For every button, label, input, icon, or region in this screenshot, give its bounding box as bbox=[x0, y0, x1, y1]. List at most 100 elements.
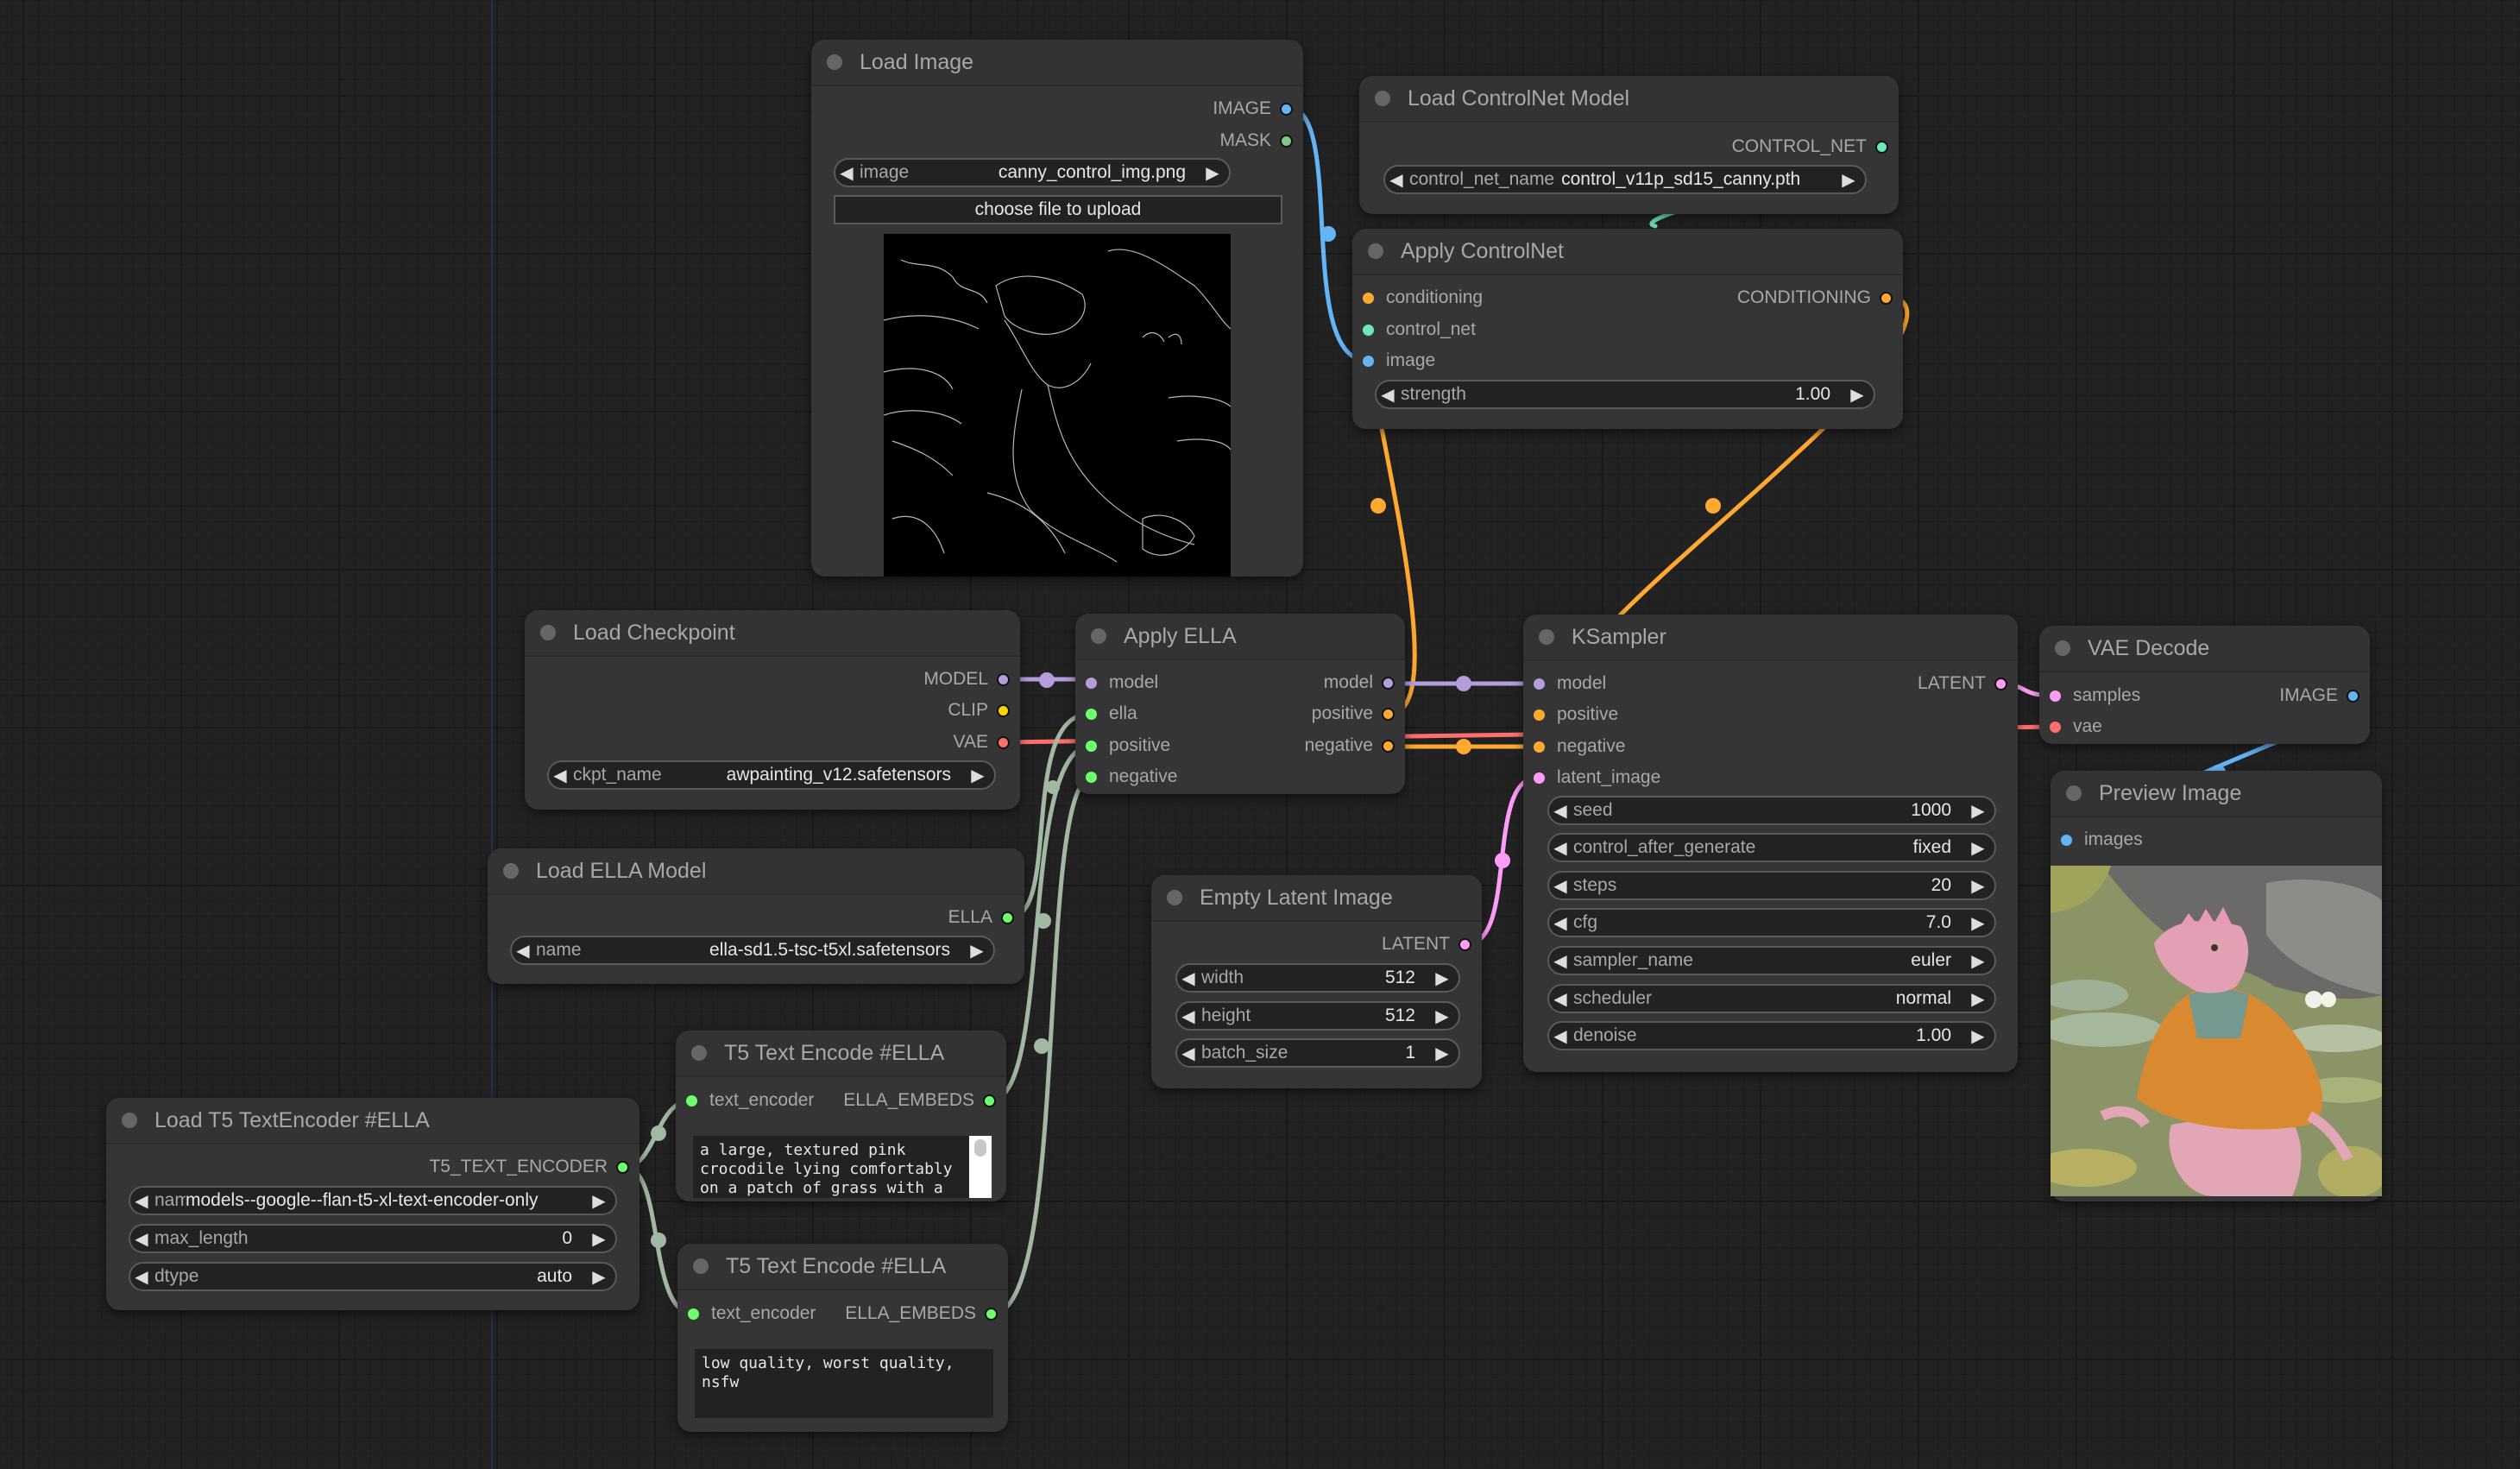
output-pin-icon[interactable] bbox=[1382, 739, 1395, 753]
input-pin-icon[interactable] bbox=[1086, 771, 1097, 783]
arrow-right-icon[interactable]: ▶ bbox=[966, 940, 988, 961]
node-t5-encode-positive[interactable]: T5 Text Encode #ELLA text_encoder ELLA_E… bbox=[676, 1031, 1006, 1201]
output-pin-icon[interactable] bbox=[616, 1160, 629, 1174]
collapse-dot-icon[interactable] bbox=[540, 625, 556, 640]
output-pin-icon[interactable] bbox=[1382, 676, 1395, 690]
node-title-bar[interactable]: KSampler bbox=[1523, 615, 2018, 661]
input-positive[interactable]: positive bbox=[1534, 702, 1618, 728]
arrow-right-icon[interactable]: ▶ bbox=[1431, 1043, 1453, 1064]
collapse-dot-icon[interactable] bbox=[1167, 890, 1182, 905]
node-title-bar[interactable]: Load ControlNet Model bbox=[1359, 76, 1899, 123]
output-pin-icon[interactable] bbox=[985, 1307, 998, 1321]
arrow-right-icon[interactable]: ▶ bbox=[1967, 875, 1989, 897]
output-pin-icon[interactable] bbox=[997, 735, 1010, 749]
node-title-bar[interactable]: T5 Text Encode #ELLA bbox=[677, 1244, 1008, 1290]
seed-input[interactable]: ◀ seed 1000 ▶ bbox=[1547, 796, 1996, 825]
output-control-net[interactable]: CONTROL_NET bbox=[1732, 134, 1888, 160]
node-title-bar[interactable]: Load ELLA Model bbox=[488, 848, 1024, 895]
arrow-right-icon[interactable]: ▶ bbox=[967, 765, 989, 786]
input-ella[interactable]: ella bbox=[1086, 701, 1137, 727]
collapse-dot-icon[interactable] bbox=[1091, 628, 1106, 644]
input-pin-icon[interactable] bbox=[2050, 721, 2061, 733]
output-conditioning[interactable]: CONDITIONING bbox=[1737, 285, 1893, 311]
output-image[interactable]: IMAGE bbox=[1213, 96, 1293, 122]
ella-name-selector[interactable]: ◀ name ella-sd1.5-tsc-t5xl.safetensors ▶ bbox=[510, 936, 995, 965]
node-load-t5[interactable]: Load T5 TextEncoder #ELLA T5_TEXT_ENCODE… bbox=[106, 1098, 639, 1310]
node-title-bar[interactable]: Load Checkpoint bbox=[525, 610, 1020, 657]
input-pin-icon[interactable] bbox=[1534, 741, 1545, 753]
arrow-left-icon[interactable]: ◀ bbox=[1549, 912, 1572, 934]
output-pin-icon[interactable] bbox=[997, 703, 1010, 717]
arrow-right-icon[interactable]: ▶ bbox=[1431, 1006, 1453, 1027]
output-pin-icon[interactable] bbox=[1880, 291, 1893, 305]
node-title-bar[interactable]: VAE Decode bbox=[2039, 626, 2370, 672]
output-positive[interactable]: positive bbox=[1312, 701, 1395, 727]
arrow-left-icon[interactable]: ◀ bbox=[1177, 1006, 1200, 1027]
arrow-left-icon[interactable]: ◀ bbox=[1549, 1025, 1572, 1047]
sampler-name-selector[interactable]: ◀ sampler_name euler ▶ bbox=[1547, 946, 1996, 975]
arrow-left-icon[interactable]: ◀ bbox=[1177, 968, 1200, 989]
arrow-left-icon[interactable]: ◀ bbox=[1549, 800, 1572, 822]
output-clip[interactable]: CLIP bbox=[948, 697, 1010, 723]
input-pin-icon[interactable] bbox=[1086, 677, 1097, 689]
collapse-dot-icon[interactable] bbox=[693, 1258, 709, 1274]
arrow-right-icon[interactable]: ▶ bbox=[1967, 1025, 1989, 1047]
node-load-controlnet[interactable]: Load ControlNet Model CONTROL_NET ◀ contr… bbox=[1359, 76, 1899, 214]
collapse-dot-icon[interactable] bbox=[1368, 243, 1383, 259]
input-pin-icon[interactable] bbox=[688, 1308, 699, 1320]
node-ksampler[interactable]: KSampler model positive negative latent_… bbox=[1523, 615, 2018, 1072]
arrow-right-icon[interactable]: ▶ bbox=[1846, 384, 1868, 406]
node-load-ella[interactable]: Load ELLA Model ELLA ◀ name ella-sd1.5-tsc… bbox=[488, 848, 1024, 984]
steps-input[interactable]: ◀ steps 20 ▶ bbox=[1547, 871, 1996, 900]
input-text-encoder[interactable]: text_encoder bbox=[688, 1301, 816, 1327]
node-title-bar[interactable]: Apply ELLA bbox=[1075, 614, 1405, 660]
arrow-left-icon[interactable]: ◀ bbox=[130, 1228, 153, 1250]
input-pin-icon[interactable] bbox=[1534, 772, 1545, 784]
output-pin-icon[interactable] bbox=[1280, 134, 1293, 148]
node-title-bar[interactable]: Load Image bbox=[811, 40, 1303, 86]
arrow-left-icon[interactable]: ◀ bbox=[1385, 169, 1408, 191]
scrollbar-thumb[interactable] bbox=[974, 1139, 986, 1157]
dtype-selector[interactable]: ◀ dtype auto ▶ bbox=[129, 1262, 617, 1291]
input-samples[interactable]: samples bbox=[2050, 683, 2140, 709]
arrow-right-icon[interactable]: ▶ bbox=[1201, 162, 1224, 184]
image-file-selector[interactable]: ◀ image canny_control_img.png ▶ bbox=[834, 158, 1231, 187]
cfg-input[interactable]: ◀ cfg 7.0 ▶ bbox=[1547, 908, 1996, 937]
input-conditioning[interactable]: conditioning bbox=[1363, 285, 1483, 311]
node-title-bar[interactable]: Load T5 TextEncoder #ELLA bbox=[106, 1098, 639, 1144]
output-latent[interactable]: LATENT bbox=[1382, 931, 1471, 957]
arrow-right-icon[interactable]: ▶ bbox=[1967, 837, 1989, 859]
control-after-generate-selector[interactable]: ◀ control_after_generate fixed ▶ bbox=[1547, 833, 1996, 862]
input-pin-icon[interactable] bbox=[1534, 709, 1545, 721]
arrow-left-icon[interactable]: ◀ bbox=[130, 1190, 153, 1212]
strength-slider[interactable]: ◀ strength 1.00 ▶ bbox=[1375, 380, 1875, 409]
node-apply-ella[interactable]: Apply ELLA model ella positive negative … bbox=[1075, 614, 1405, 794]
arrow-right-icon[interactable]: ▶ bbox=[1967, 988, 1989, 1010]
input-image[interactable]: image bbox=[1363, 348, 1435, 374]
node-empty-latent[interactable]: Empty Latent Image LATENT ◀ width 512 ▶ ◀ he… bbox=[1151, 875, 1482, 1088]
arrow-right-icon[interactable]: ▶ bbox=[588, 1266, 610, 1288]
scrollbar[interactable] bbox=[969, 1136, 992, 1198]
input-pin-icon[interactable] bbox=[1086, 708, 1097, 720]
input-pin-icon[interactable] bbox=[2061, 834, 2072, 846]
collapse-dot-icon[interactable] bbox=[691, 1045, 707, 1061]
width-input[interactable]: ◀ width 512 ▶ bbox=[1175, 963, 1460, 993]
arrow-right-icon[interactable]: ▶ bbox=[1837, 169, 1860, 191]
input-vae[interactable]: vae bbox=[2050, 714, 2102, 740]
output-pin-icon[interactable] bbox=[1280, 102, 1293, 116]
arrow-left-icon[interactable]: ◀ bbox=[549, 765, 571, 786]
arrow-left-icon[interactable]: ◀ bbox=[1377, 384, 1399, 406]
t5-name-selector[interactable]: ◀namemodels--google--flan-t5-xl-text-enc… bbox=[129, 1186, 617, 1215]
input-pin-icon[interactable] bbox=[1363, 324, 1374, 336]
arrow-right-icon[interactable]: ▶ bbox=[1967, 950, 1989, 972]
controlnet-name-selector[interactable]: ◀ control_net_name control_v11p_sd15_canny… bbox=[1383, 165, 1867, 194]
arrow-left-icon[interactable]: ◀ bbox=[1549, 875, 1572, 897]
arrow-left-icon[interactable]: ◀ bbox=[1549, 988, 1572, 1010]
input-model[interactable]: model bbox=[1534, 671, 1606, 697]
output-model[interactable]: model bbox=[1324, 670, 1395, 696]
output-negative[interactable]: negative bbox=[1305, 733, 1395, 759]
input-latent-image[interactable]: latent_image bbox=[1534, 765, 1660, 791]
output-pin-icon[interactable] bbox=[1875, 140, 1888, 154]
output-ella-embeds[interactable]: ELLA_EMBEDS bbox=[845, 1301, 998, 1327]
collapse-dot-icon[interactable] bbox=[2055, 640, 2070, 656]
